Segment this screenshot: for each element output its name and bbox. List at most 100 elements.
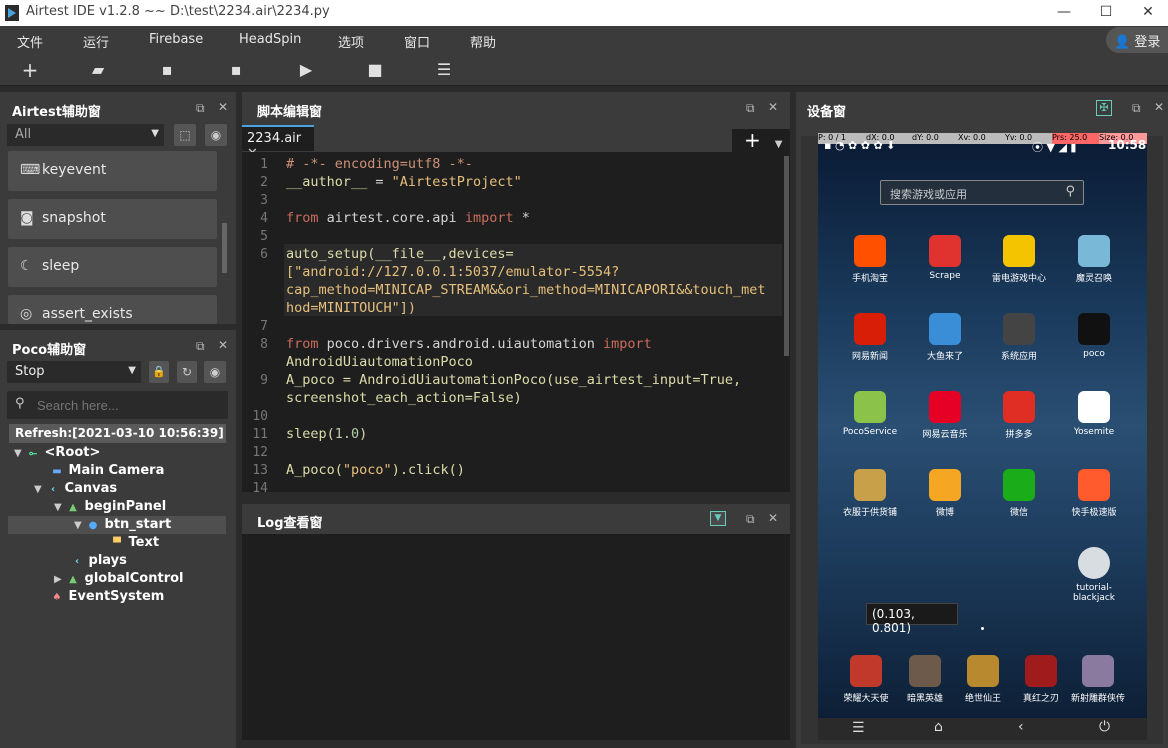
tree-row-eventsystem[interactable]: ♠ EventSystem: [50, 589, 165, 604]
api-filter-select[interactable]: All: [7, 124, 164, 146]
assert-exists-button[interactable]: ◎ assert_exists: [8, 295, 217, 324]
maximize-button[interactable]: ☐: [1086, 2, 1126, 24]
app-weibo[interactable]: 微博: [910, 469, 980, 518]
tree-row-plays[interactable]: ‹ plays: [70, 553, 127, 568]
tree-row-text[interactable]: ▀ Text: [110, 535, 159, 550]
app-scrape[interactable]: Scrape: [910, 235, 980, 281]
log-output[interactable]: [242, 534, 790, 740]
code-editor[interactable]: 1 2 3 4 5 6 7 8 9 10 11 12 13 14 # -*- e…: [242, 152, 790, 492]
android-status-icons: ▪ ◔ ✿ ✿ ✿ ⬇: [824, 139, 896, 152]
tree-row-btn-start[interactable]: ▼ ● btn_start: [74, 517, 171, 532]
button-icon: ●: [88, 520, 98, 531]
app-pinduoduo[interactable]: 拼多多: [984, 391, 1054, 440]
menu-file[interactable]: 文件: [17, 32, 43, 51]
close-window-button[interactable]: ✕: [1128, 2, 1168, 24]
stop-icon[interactable]: ■: [365, 60, 385, 80]
float-icon[interactable]: ⧉: [746, 101, 755, 116]
code-line-9b: screenshot_each_action=False): [286, 390, 522, 406]
toolbar: + ▰ ▪ ▪ ▶ ■ ☰: [0, 54, 1168, 148]
new-file-icon[interactable]: +: [20, 60, 40, 80]
keyevent-button[interactable]: ⌨ keyevent: [8, 151, 217, 191]
log-icon[interactable]: ☰: [434, 60, 454, 80]
float-icon[interactable]: ⧉: [1132, 101, 1141, 116]
select-area-icon[interactable]: ⬚: [174, 124, 196, 146]
app-leidian-center[interactable]: 雷电游戏中心: [984, 235, 1054, 284]
screenshot-icon[interactable]: ◉: [205, 124, 227, 146]
connect-device-icon[interactable]: ✠: [1096, 100, 1112, 116]
poco-search-input[interactable]: [37, 395, 217, 415]
menu-icon[interactable]: ☰: [852, 720, 865, 736]
tree-row-main-camera[interactable]: ▬ Main Camera: [50, 463, 164, 478]
back-icon[interactable]: ‹: [1018, 719, 1024, 735]
close-panel-icon[interactable]: ✕: [768, 100, 778, 114]
menu-run[interactable]: 运行: [83, 32, 109, 51]
tree-row-root[interactable]: ▼ ⟜ <Root>: [14, 445, 100, 460]
app-kuaishou[interactable]: 快手极速版: [1059, 469, 1129, 518]
login-button[interactable]: 👤 登录: [1106, 27, 1168, 53]
code-line-8b: AndroidUiautomationPoco: [286, 354, 473, 370]
app-yosemite[interactable]: Yosemite: [1059, 391, 1129, 437]
menu-firebase[interactable]: Firebase: [149, 32, 203, 47]
assert-exists-label: assert_exists: [42, 306, 133, 322]
app-search-bar[interactable]: 搜索游戏或应用 ⚲: [880, 180, 1084, 205]
power-icon[interactable]: ⏻: [1099, 719, 1110, 735]
sleep-button[interactable]: ☾ sleep: [8, 247, 217, 287]
close-panel-icon[interactable]: ✕: [218, 100, 228, 114]
device-screen[interactable]: P: 0 / 1 dX: 0.0 dY: 0.0 Xv: 0.0 Yv: 0.0…: [818, 133, 1147, 718]
menu-options[interactable]: 选项: [338, 32, 364, 51]
menu-window[interactable]: 窗口: [404, 32, 430, 51]
menu-help[interactable]: 帮助: [470, 32, 496, 51]
airtest-panel-title: Airtest辅助窗: [12, 105, 101, 120]
tree-label: Main Camera: [68, 463, 165, 478]
menu-headspin[interactable]: HeadSpin: [239, 32, 301, 47]
lock-icon[interactable]: 🔒: [149, 361, 169, 383]
app-pocoservice[interactable]: PocoService: [835, 391, 905, 437]
tree-row-beginpanel[interactable]: ▼ ▲ beginPanel: [54, 499, 166, 514]
home-icon[interactable]: ⌂: [934, 719, 943, 735]
float-icon[interactable]: ⧉: [196, 101, 205, 116]
close-panel-icon[interactable]: ✕: [768, 511, 778, 525]
camera-icon: ▬: [52, 466, 62, 477]
app-summoners[interactable]: 魔灵召唤: [1059, 235, 1129, 284]
editor-scrollbar[interactable]: [784, 156, 789, 356]
tree-row-globalcontrol[interactable]: ▶ ▲ globalControl: [54, 571, 184, 586]
line-number: 6: [260, 247, 268, 262]
save-as-icon[interactable]: ▪: [226, 60, 246, 80]
poco-mode-select[interactable]: Stop: [7, 361, 141, 383]
record-icon[interactable]: ◉: [204, 361, 226, 383]
app-netease-music[interactable]: 网易云音乐: [910, 391, 980, 440]
app-system[interactable]: 系统应用: [984, 313, 1054, 362]
save-icon[interactable]: ▪: [157, 60, 177, 80]
float-icon[interactable]: ⧉: [196, 339, 205, 354]
snapshot-label: snapshot: [42, 210, 106, 226]
minimize-button[interactable]: —: [1044, 2, 1084, 24]
float-icon[interactable]: ⧉: [746, 512, 755, 527]
tree-row-canvas[interactable]: ▼ ‹ Canvas: [34, 481, 117, 496]
tree-label: btn_start: [104, 517, 172, 532]
open-folder-icon[interactable]: ▰: [88, 60, 108, 80]
line-number: 13: [252, 463, 268, 478]
title-bar: Airtest IDE v1.2.8 ~~ D:\test\2234.air\2…: [0, 0, 1168, 26]
app-clothing-shop[interactable]: 衣服于供货铺: [835, 469, 905, 518]
poco-search-box[interactable]: ⚲: [7, 391, 228, 419]
run-icon[interactable]: ▶: [296, 60, 316, 80]
tree-label: beginPanel: [84, 499, 167, 514]
close-panel-icon[interactable]: ✕: [1154, 100, 1164, 114]
app-taobao[interactable]: 手机淘宝: [835, 235, 905, 284]
app-poco[interactable]: poco: [1059, 313, 1129, 359]
app-tutorial-blackjack[interactable]: tutorial-blackjack: [1059, 547, 1129, 603]
editor-header: 脚本编辑窗 ⧉ ✕ 2234.air ✕ +▼: [242, 92, 790, 161]
new-tab-button[interactable]: + ▼: [732, 129, 790, 152]
text-icon: ▀: [113, 538, 121, 549]
close-panel-icon[interactable]: ✕: [218, 338, 228, 352]
editor-tab[interactable]: 2234.air ✕: [242, 125, 314, 161]
app-netease-news[interactable]: 网易新闻: [835, 313, 905, 362]
poco-helper-panel: Poco辅助窗 ⧉ ✕ Stop 🔒 ↻ ◉ ⚲ Refresh:[2021-0…: [0, 330, 236, 748]
dock-app-5[interactable]: 新射雕群侠传: [1063, 655, 1133, 704]
app-wechat[interactable]: 微信: [984, 469, 1054, 518]
filter-icon[interactable]: ▼: [710, 511, 726, 526]
app-big-fish[interactable]: 大鱼来了: [910, 313, 980, 362]
refresh-icon[interactable]: ↻: [177, 361, 197, 383]
airtest-panel-scrollbar[interactable]: [222, 223, 227, 273]
snapshot-button[interactable]: ◙ snapshot: [8, 199, 217, 239]
